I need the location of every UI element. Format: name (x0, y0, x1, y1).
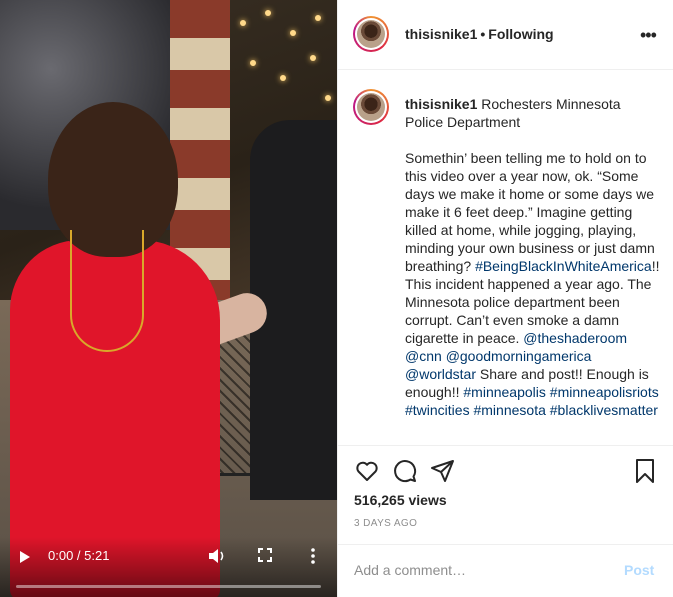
caption-scroll-area[interactable]: thisisnike1 Rochesters Minnesota Police … (338, 71, 673, 445)
caption-title: thisisnike1 Rochesters Minnesota Police … (405, 95, 660, 131)
post-actions: 516,265 views 3 DAYS AGO Post (338, 445, 673, 595)
fullscreen-icon[interactable] (258, 548, 272, 562)
comment-input[interactable] (354, 559, 604, 581)
caption-username-link[interactable]: thisisnike1 (405, 96, 477, 112)
caption-text: Somethin’ been telling me to hold on to … (405, 150, 655, 274)
more-vertical-icon[interactable] (306, 546, 320, 566)
caption: thisisnike1 Rochesters Minnesota Police … (405, 95, 660, 437)
caption-tag-link[interactable]: #minneapolisriots (550, 384, 659, 400)
following-button[interactable]: Following (488, 26, 553, 42)
caption-tag-link[interactable]: #twincities (405, 402, 470, 418)
caption-tag-link[interactable]: @cnn (405, 348, 442, 364)
video-string-lights (230, 0, 337, 140)
post-age[interactable]: 3 DAYS AGO (354, 518, 417, 529)
heart-icon[interactable] (354, 458, 380, 484)
volume-icon[interactable] (207, 547, 227, 565)
post-info-panel: thisisnike1 • Following ••• thisisnike1 Ro… (337, 0, 673, 597)
avatar[interactable] (353, 16, 389, 52)
caption-tag-link[interactable]: @worldstar (405, 366, 476, 382)
video-progress-track[interactable] (16, 585, 321, 588)
more-options-icon[interactable]: ••• (640, 25, 657, 46)
play-icon[interactable] (20, 551, 30, 563)
video-time: 0:00 / 5:21 (48, 548, 110, 563)
post-comment-button[interactable]: Post (624, 562, 654, 578)
caption-tag-link[interactable]: #minneapolis (463, 384, 546, 400)
caption-tag-link[interactable]: #BeingBlackInWhiteAmerica (475, 258, 652, 274)
instagram-post: 0:00 / 5:21 thisisnike1•Following ••• (0, 0, 673, 597)
caption-tag-link[interactable]: @theshaderoom (523, 330, 627, 346)
caption-tag-link[interactable]: @goodmorningamerica (446, 348, 592, 364)
video-gold-chain (70, 230, 144, 352)
caption-avatar[interactable] (353, 89, 389, 125)
post-header: thisisnike1 • Following ••• (338, 0, 673, 70)
video-controls: 0:00 / 5:21 (0, 537, 337, 597)
view-count[interactable]: 516,265 views (354, 492, 447, 508)
caption-body: Somethin’ been telling me to hold on to … (405, 149, 660, 419)
comment-bar: Post (338, 544, 673, 596)
caption-tag-link[interactable]: #blacklivesmatter (550, 402, 658, 418)
username-link[interactable]: thisisnike1 (405, 26, 477, 42)
share-icon[interactable] (430, 458, 456, 484)
caption-tag-link[interactable]: #minnesota (473, 402, 545, 418)
header-user-line: thisisnike1 • Following (405, 26, 554, 42)
comment-icon[interactable] (392, 458, 418, 484)
separator-dot: • (480, 26, 486, 42)
video-player[interactable]: 0:00 / 5:21 (0, 0, 337, 597)
bookmark-icon[interactable] (632, 458, 658, 484)
